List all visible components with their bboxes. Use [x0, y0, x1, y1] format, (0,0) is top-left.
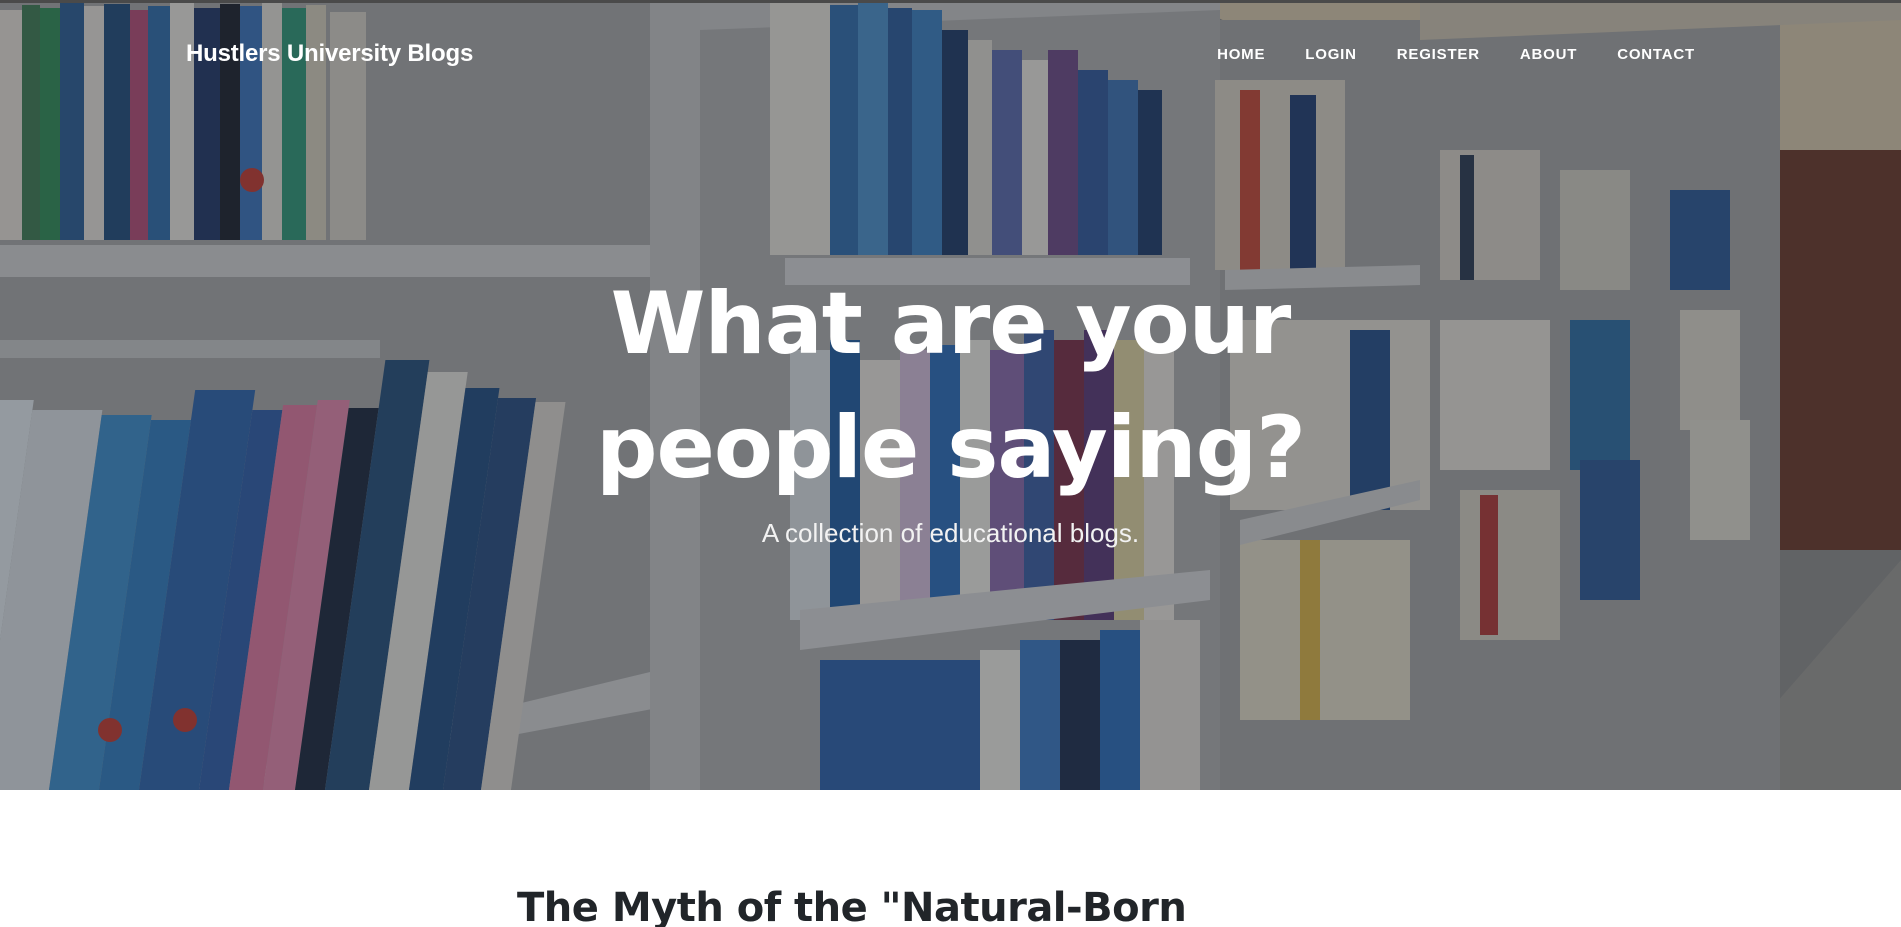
main-navbar: Hustlers University Blogs HOME LOGIN REG…	[0, 0, 1901, 112]
post-title-link[interactable]: The Myth of the "Natural-Born	[517, 885, 1417, 927]
hero-header: Hustlers University Blogs HOME LOGIN REG…	[0, 0, 1901, 790]
nav-login-link[interactable]: LOGIN	[1305, 46, 1357, 63]
hero-subtitle: A collection of educational blogs.	[761, 518, 1140, 548]
nav-register-link[interactable]: REGISTER	[1397, 46, 1480, 63]
hero-heading-block: What are your people saying? A collectio…	[0, 262, 1901, 549]
nav-contact-link[interactable]: CONTACT	[1617, 46, 1695, 63]
nav-menu: HOME LOGIN REGISTER ABOUT CONTACT	[1217, 46, 1695, 63]
brand-logo-link[interactable]: Hustlers University Blogs	[186, 40, 473, 68]
top-border	[0, 0, 1901, 3]
hero-title: What are your people saying?	[595, 274, 1306, 498]
nav-about-link[interactable]: ABOUT	[1520, 46, 1577, 63]
nav-home-link[interactable]: HOME	[1217, 46, 1265, 63]
post-preview: The Myth of the "Natural-Born	[517, 885, 1417, 927]
